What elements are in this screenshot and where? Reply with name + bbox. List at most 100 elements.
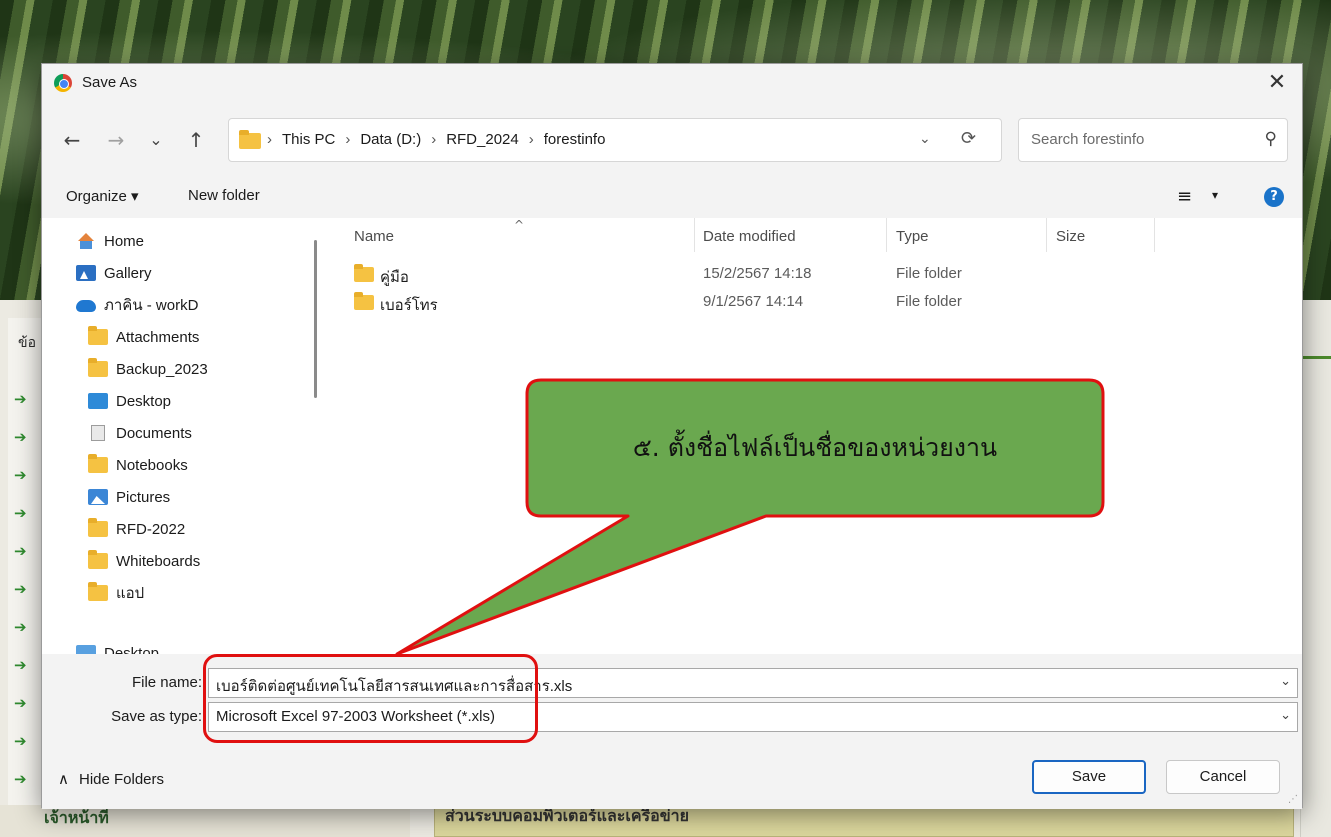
arrow-icon[interactable]: ➔ (14, 380, 34, 418)
sidebar-item-label: RFD-2022 (116, 520, 186, 538)
navigation-scrollbar[interactable] (314, 240, 317, 398)
file-type: File folder (896, 265, 962, 282)
hide-folders-label: Hide Folders (78, 770, 165, 788)
navigation-bar: ← → ⌄ ↑ › This PC › Data (D:) › RFD_2024… (42, 104, 1302, 176)
sidebar-item-label: แอป (116, 585, 145, 602)
breadcrumb-this-pc[interactable]: This PC (282, 131, 335, 148)
hide-folders-button[interactable]: ∧ Hide Folders (58, 770, 165, 789)
column-divider[interactable] (1046, 218, 1047, 252)
arrow-icon[interactable]: ➔ (14, 532, 34, 570)
background-sidebar-label: ข้อ (18, 335, 36, 351)
folder-icon (88, 454, 108, 473)
chrome-icon (54, 74, 72, 92)
new-folder-button[interactable]: New folder (188, 187, 260, 204)
sidebar-item-label: Gallery (104, 264, 152, 282)
file-name: คู่มือ (380, 269, 409, 286)
sidebar-item-label: Desktop (104, 644, 160, 655)
list-item[interactable]: คู่มือ 15/2/2567 14:18 File folder (324, 260, 1304, 288)
address-bar[interactable]: › This PC › Data (D:) › RFD_2024 › fores… (228, 118, 1002, 162)
up-button[interactable]: ↑ (182, 126, 210, 154)
chevron-up-icon: ∧ (58, 771, 69, 788)
arrow-icon[interactable]: ➔ (14, 646, 34, 684)
sidebar-item-home[interactable]: Home (76, 226, 144, 256)
arrow-icon[interactable]: ➔ (14, 570, 34, 608)
cancel-button[interactable]: Cancel (1166, 760, 1280, 794)
breadcrumb-data-d[interactable]: Data (D:) (360, 131, 421, 148)
pictures-icon (88, 489, 108, 505)
column-header-type[interactable]: Type (896, 228, 929, 245)
sidebar-item-label: Desktop (116, 392, 172, 410)
sidebar-item-backup-2023[interactable]: Backup_2023 (88, 354, 208, 384)
arrow-icon[interactable]: ➔ (14, 418, 34, 456)
chevron-down-icon[interactable]: ⌄ (1280, 674, 1291, 689)
sidebar-item-pictures[interactable]: Pictures (88, 482, 170, 512)
file-name-label: File name: (131, 674, 202, 691)
sidebar-item-attachments[interactable]: Attachments (88, 322, 199, 352)
resize-grip-icon[interactable]: ⋰ (1288, 794, 1298, 805)
cloud-icon (76, 300, 96, 312)
forward-button[interactable]: → (102, 126, 130, 154)
arrow-icon[interactable]: ➔ (14, 494, 34, 532)
folder-icon (88, 358, 108, 377)
sidebar-item-documents[interactable]: Documents (88, 418, 192, 448)
dialog-titlebar[interactable]: Save As ✕ (42, 64, 1302, 104)
breadcrumb-separator: › (528, 131, 534, 148)
navigation-pane: Home Gallery ภาคิน - workD Attachments B… (42, 218, 324, 654)
sidebar-item-rfd-2022[interactable]: RFD-2022 (88, 514, 185, 544)
breadcrumb-forestinfo[interactable]: forestinfo (544, 131, 606, 148)
sidebar-item-label: Documents (116, 424, 192, 442)
folder-icon (239, 130, 261, 149)
breadcrumb-rfd-2024[interactable]: RFD_2024 (446, 131, 519, 148)
arrow-icon[interactable]: ➔ (14, 456, 34, 494)
column-header-size[interactable]: Size (1056, 228, 1085, 245)
chevron-down-icon[interactable]: ▾ (1212, 188, 1218, 202)
recent-locations-button[interactable]: ⌄ (142, 126, 170, 154)
column-header-name[interactable]: Name (354, 228, 394, 245)
sidebar-item-desktop-root[interactable]: Desktop (76, 638, 159, 654)
background-green-rule (1301, 356, 1331, 359)
sidebar-item-label: Backup_2023 (116, 360, 208, 378)
save-button[interactable]: Save (1032, 760, 1146, 794)
search-icon[interactable]: ⚲ (1265, 129, 1277, 149)
folder-icon (354, 292, 374, 310)
home-icon (76, 233, 96, 249)
sidebar-item-desktop[interactable]: Desktop (88, 386, 171, 416)
arrow-icon[interactable]: ➔ (14, 684, 34, 722)
breadcrumb-separator: › (431, 131, 437, 148)
column-divider[interactable] (694, 218, 695, 252)
arrow-icon[interactable]: ➔ (14, 722, 34, 760)
sidebar-item-apps[interactable]: แอป (88, 578, 144, 608)
view-options-icon[interactable]: ≡ (1177, 186, 1192, 207)
folder-icon (88, 518, 108, 537)
sidebar-item-label: ภาคิน - workD (104, 297, 199, 314)
arrow-icon[interactable]: ➔ (14, 760, 34, 798)
list-item[interactable]: เบอร์โทร 9/1/2567 14:14 File folder (324, 288, 1304, 316)
close-icon[interactable]: ✕ (1262, 68, 1292, 98)
search-placeholder: Search forestinfo (1031, 131, 1145, 148)
organize-button[interactable]: Organize ▾ (66, 187, 139, 205)
file-name: เบอร์โทร (380, 297, 438, 314)
file-type: File folder (896, 293, 962, 310)
breadcrumb-separator: › (267, 131, 272, 148)
chevron-down-icon[interactable]: ⌄ (1280, 708, 1291, 723)
search-input[interactable]: Search forestinfo ⚲ (1018, 118, 1288, 162)
help-icon[interactable]: ? (1264, 187, 1284, 207)
back-button[interactable]: ← (58, 126, 86, 154)
sidebar-item-onedrive[interactable]: ภาคิน - workD (76, 290, 198, 320)
sidebar-item-label: Notebooks (116, 456, 188, 474)
column-divider[interactable] (886, 218, 887, 252)
command-toolbar: Organize ▾ New folder ≡ ▾ ? (42, 176, 1302, 218)
column-divider[interactable] (1154, 218, 1155, 252)
background-bottom-link[interactable]: เจ้าหน้าที่ (44, 806, 109, 831)
refresh-icon[interactable]: ⟳ (961, 128, 976, 149)
sidebar-item-whiteboards[interactable]: Whiteboards (88, 546, 200, 576)
sidebar-item-notebooks[interactable]: Notebooks (88, 450, 188, 480)
documents-icon (91, 425, 105, 441)
address-dropdown-icon[interactable]: ⌄ (919, 131, 931, 147)
arrow-icon[interactable]: ➔ (14, 608, 34, 646)
sidebar-item-gallery[interactable]: Gallery (76, 258, 152, 288)
desktop-icon (76, 645, 96, 654)
sidebar-item-label: Home (104, 232, 145, 250)
column-header-date-modified[interactable]: Date modified (703, 228, 796, 245)
sidebar-item-label: Whiteboards (116, 552, 201, 570)
